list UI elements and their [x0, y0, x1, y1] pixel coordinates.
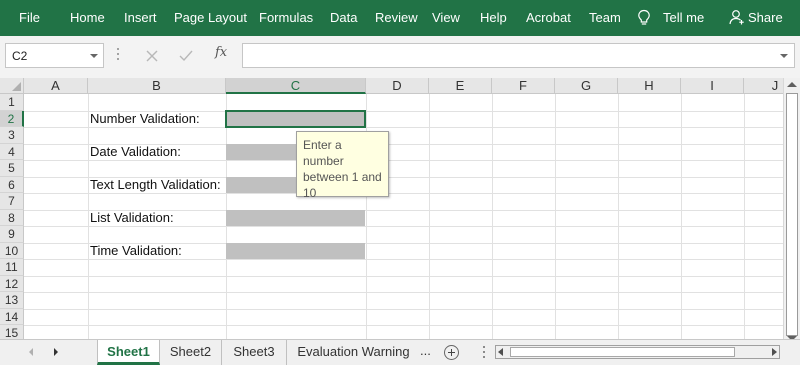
- row-header-2[interactable]: 2: [0, 110, 24, 127]
- row-header-15[interactable]: 15: [0, 325, 24, 339]
- row-header-4[interactable]: 4: [0, 143, 24, 160]
- cell-b10-label[interactable]: Time Validation:: [90, 243, 182, 259]
- vertical-scroll-thumb[interactable]: [786, 93, 798, 336]
- column-header-e[interactable]: E: [429, 78, 492, 94]
- resize-handle-icon[interactable]: [483, 346, 486, 361]
- validation-input-message: Enter a number between 1 and 10: [296, 131, 389, 200]
- row-header-6[interactable]: 6: [0, 176, 24, 193]
- spreadsheet-grid[interactable]: A B C D E F G H I J 1 2 3 4 5 6 7 8 9 10…: [0, 78, 783, 339]
- cell-b4-label[interactable]: Date Validation:: [90, 144, 181, 160]
- tell-me-search[interactable]: Tell me: [663, 0, 704, 36]
- row-header-7[interactable]: 7: [0, 193, 24, 210]
- more-options-icon[interactable]: [117, 48, 120, 62]
- column-header-a[interactable]: A: [24, 78, 88, 94]
- row-header-11[interactable]: 11: [0, 259, 24, 276]
- row-header-9[interactable]: 9: [0, 226, 24, 243]
- row-header-10[interactable]: 10: [0, 242, 24, 259]
- row-header-14[interactable]: 14: [0, 308, 24, 325]
- tab-review[interactable]: Review: [375, 0, 418, 36]
- column-header-c[interactable]: C: [226, 78, 366, 94]
- column-header-f[interactable]: F: [492, 78, 555, 94]
- column-header-j[interactable]: J: [744, 78, 783, 94]
- next-sheet-icon[interactable]: [54, 348, 58, 356]
- add-sheet-icon[interactable]: [444, 345, 459, 360]
- scroll-up-icon[interactable]: [787, 82, 797, 87]
- input-cell-c10[interactable]: [226, 243, 365, 259]
- insert-function-button[interactable]: fx: [215, 45, 227, 60]
- row-header-8[interactable]: 8: [0, 209, 24, 226]
- row-header-5[interactable]: 5: [0, 160, 24, 177]
- more-sheets-button[interactable]: ...: [420, 340, 431, 365]
- cell-b2-label[interactable]: Number Validation:: [90, 111, 200, 127]
- share-button[interactable]: Share: [748, 0, 783, 36]
- excel-window: File Home Insert Page Layout Formulas Da…: [0, 0, 800, 365]
- chevron-down-icon[interactable]: [90, 54, 98, 58]
- previous-sheet-icon[interactable]: [29, 348, 33, 356]
- tab-data[interactable]: Data: [330, 0, 357, 36]
- sheet-tab-bar: Sheet1 Sheet2 Sheet3 Evaluation Warning …: [0, 339, 800, 365]
- scroll-left-icon[interactable]: [498, 348, 503, 356]
- name-box[interactable]: C2: [5, 43, 104, 68]
- selected-cell-c2[interactable]: [225, 110, 366, 128]
- scroll-right-icon[interactable]: [772, 348, 777, 356]
- sheet-tab-sheet3[interactable]: Sheet3: [222, 340, 287, 365]
- column-header-h[interactable]: H: [618, 78, 681, 94]
- row-header-12[interactable]: 12: [0, 275, 24, 292]
- ribbon-tab-bar: File Home Insert Page Layout Formulas Da…: [0, 0, 800, 36]
- column-header-d[interactable]: D: [366, 78, 429, 94]
- column-header-g[interactable]: G: [555, 78, 618, 94]
- tab-view[interactable]: View: [432, 0, 460, 36]
- vertical-scrollbar[interactable]: [783, 78, 800, 341]
- tab-insert[interactable]: Insert: [124, 0, 157, 36]
- horizontal-scrollbar[interactable]: [495, 345, 780, 359]
- column-header-b[interactable]: B: [88, 78, 226, 94]
- name-box-value: C2: [12, 49, 28, 63]
- tab-team[interactable]: Team: [589, 0, 621, 36]
- select-all-button[interactable]: [0, 78, 24, 94]
- person-icon: [729, 10, 744, 25]
- input-cell-c8[interactable]: [226, 210, 365, 226]
- column-header-i[interactable]: I: [681, 78, 744, 94]
- sheet-tab-evaluation-warning[interactable]: Evaluation Warning: [287, 340, 420, 365]
- tab-file[interactable]: File: [19, 0, 40, 36]
- tab-formulas[interactable]: Formulas: [259, 0, 313, 36]
- formula-input[interactable]: [242, 43, 795, 68]
- lightbulb-icon[interactable]: [637, 9, 651, 27]
- row-header-13[interactable]: 13: [0, 292, 24, 309]
- sheet-tab-sheet2[interactable]: Sheet2: [160, 340, 222, 365]
- cell-b6-label[interactable]: Text Length Validation:: [90, 177, 221, 193]
- tab-page-layout[interactable]: Page Layout: [174, 0, 247, 36]
- formula-bar-area: C2 fx: [0, 36, 800, 78]
- row-header-1[interactable]: 1: [0, 94, 24, 111]
- cell-b8-label[interactable]: List Validation:: [90, 210, 174, 226]
- horizontal-scroll-thumb[interactable]: [510, 347, 735, 357]
- tab-help[interactable]: Help: [480, 0, 507, 36]
- tab-acrobat[interactable]: Acrobat: [526, 0, 571, 36]
- row-header-3[interactable]: 3: [0, 127, 24, 144]
- sheet-tab-sheet1[interactable]: Sheet1: [97, 340, 160, 365]
- enter-check-icon[interactable]: [176, 46, 196, 66]
- expand-formula-icon[interactable]: [780, 54, 788, 58]
- cancel-icon[interactable]: [142, 46, 162, 66]
- tab-home[interactable]: Home: [70, 0, 105, 36]
